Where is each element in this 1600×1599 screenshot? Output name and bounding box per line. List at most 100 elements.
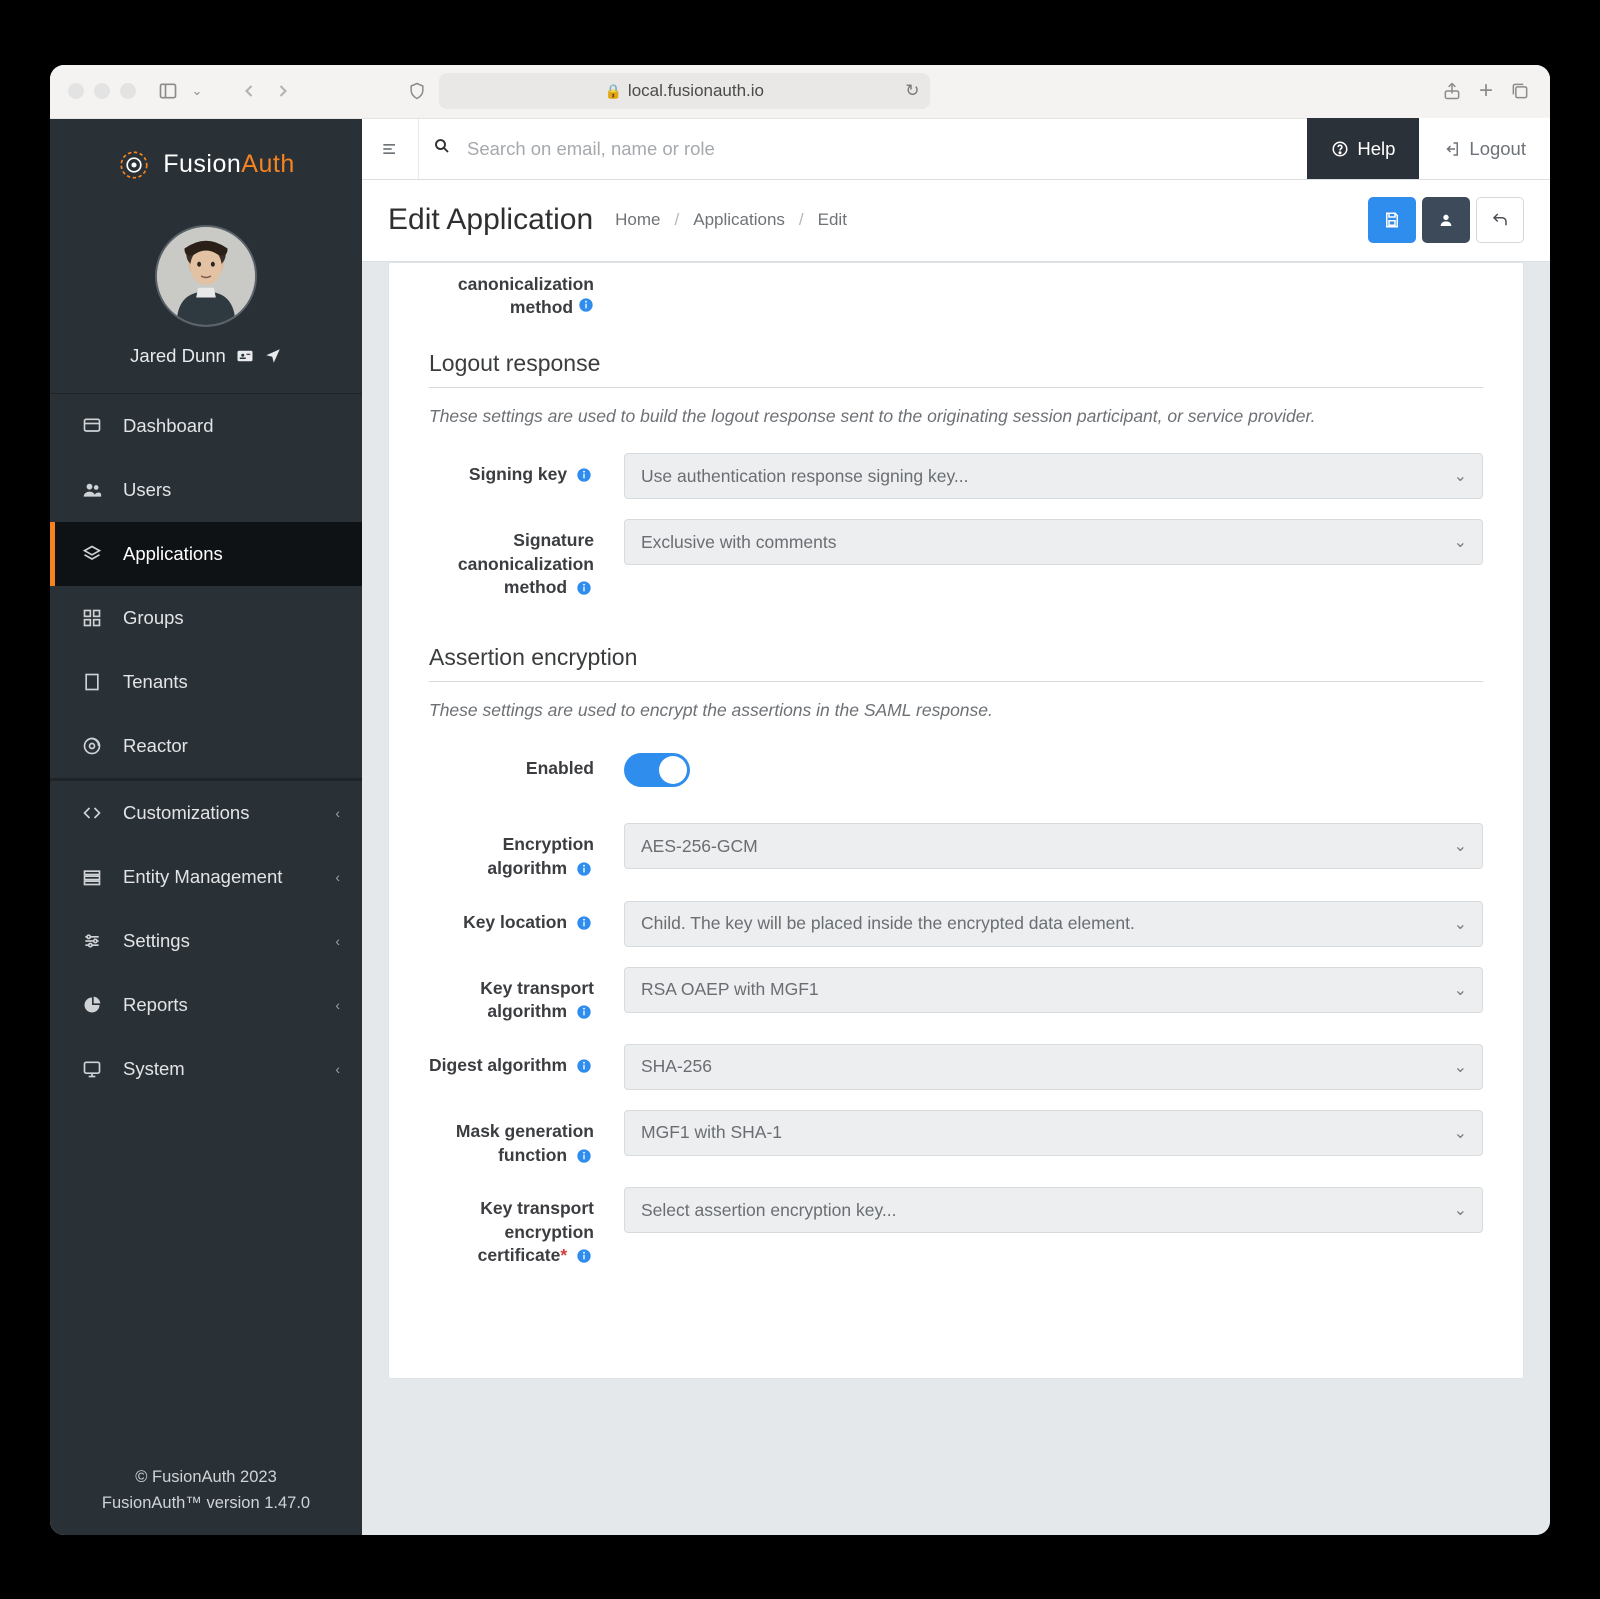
info-icon[interactable] — [576, 1058, 594, 1076]
info-icon[interactable] — [576, 915, 594, 933]
topbar: Help Logout — [362, 119, 1550, 180]
enc-alg-label: Encryption algorithm — [429, 823, 604, 880]
entity-icon — [81, 866, 103, 888]
code-icon — [81, 802, 103, 824]
signing-key-select[interactable]: Use authentication response signing key.… — [624, 453, 1483, 499]
save-icon — [1383, 211, 1401, 229]
canon-method-label: Signature canonicalization method — [429, 519, 604, 600]
sidebar-item-label: Tenants — [123, 671, 188, 693]
info-icon[interactable] — [576, 861, 594, 879]
copyright: © FusionAuth 2023 — [50, 1465, 362, 1491]
logout-response-desc: These settings are used to build the log… — [429, 404, 1483, 429]
key-trans-select[interactable]: RSA OAEP with MGF1 ⌄ — [624, 967, 1483, 1013]
logout-button[interactable]: Logout — [1419, 118, 1550, 179]
logout-icon — [1443, 140, 1461, 158]
canon-method-select[interactable]: Exclusive with comments ⌄ — [624, 519, 1483, 565]
sidebar-item-reactor[interactable]: Reactor — [50, 714, 362, 778]
chevron-left-icon: ‹ — [335, 933, 340, 949]
chevron-left-icon: ‹ — [335, 1061, 340, 1077]
enc-alg-select[interactable]: AES-256-GCM ⌄ — [624, 823, 1483, 869]
tabs-icon[interactable] — [1508, 79, 1532, 103]
users-icon — [81, 479, 103, 501]
info-icon[interactable] — [576, 1248, 594, 1266]
breadcrumb-home[interactable]: Home — [615, 210, 660, 230]
info-icon[interactable] — [576, 1004, 594, 1022]
search-wrap — [418, 119, 1307, 179]
tenants-icon — [81, 671, 103, 693]
digest-select[interactable]: SHA-256 ⌄ — [624, 1044, 1483, 1090]
user-button[interactable] — [1422, 197, 1470, 243]
minimize-dot[interactable] — [94, 83, 110, 99]
mask-select[interactable]: MGF1 with SHA-1 ⌄ — [624, 1110, 1483, 1156]
sidebar-item-users[interactable]: Users — [50, 458, 362, 522]
vcard-icon[interactable] — [236, 347, 254, 365]
shield-icon[interactable] — [405, 79, 429, 103]
titlebar: ⌄ 🔒 local.fusionauth.io ↻ + — [50, 65, 1550, 119]
sidebar-item-entity-management[interactable]: Entity Management ‹ — [50, 845, 362, 909]
sidebar-item-system[interactable]: System ‹ — [50, 1037, 362, 1101]
version: FusionAuth™ version 1.47.0 — [50, 1491, 362, 1517]
sidebar-item-dashboard[interactable]: Dashboard — [50, 394, 362, 458]
refresh-icon[interactable]: ↻ — [905, 81, 919, 101]
sidebar-item-settings[interactable]: Settings ‹ — [50, 909, 362, 973]
key-loc-select[interactable]: Child. The key will be placed inside the… — [624, 901, 1483, 947]
menu-toggle-icon[interactable] — [362, 118, 418, 179]
help-icon — [1331, 140, 1349, 158]
save-button[interactable] — [1368, 197, 1416, 243]
nav-back-icon[interactable] — [237, 79, 261, 103]
sidebar-item-label: System — [123, 1058, 185, 1080]
sidebar-item-label: Customizations — [123, 802, 249, 824]
nav: Dashboard Users Applications Groups Tena… — [50, 393, 362, 1454]
breadcrumb-applications[interactable]: Applications — [693, 210, 785, 230]
brand-logo-icon — [117, 148, 151, 182]
logout-response-heading: Logout response — [429, 326, 1483, 388]
nav-forward-icon[interactable] — [271, 79, 295, 103]
maximize-dot[interactable] — [120, 83, 136, 99]
mask-label: Mask generation function — [429, 1110, 604, 1167]
traffic-lights — [68, 83, 136, 99]
cert-select[interactable]: Select assertion encryption key... ⌄ — [624, 1187, 1483, 1233]
system-icon — [81, 1058, 103, 1080]
search-input[interactable] — [467, 119, 1293, 179]
groups-icon — [81, 607, 103, 629]
share-icon[interactable] — [1440, 79, 1464, 103]
help-label: Help — [1357, 138, 1395, 160]
new-tab-icon[interactable]: + — [1474, 79, 1498, 103]
sidebar-item-tenants[interactable]: Tenants — [50, 650, 362, 714]
cert-label: Key transport encryption certificate* — [429, 1187, 604, 1268]
sidebar-item-reports[interactable]: Reports ‹ — [50, 973, 362, 1037]
assertion-encryption-heading: Assertion encryption — [429, 620, 1483, 682]
form-panel: canonicalization method Logout response … — [388, 262, 1524, 1380]
key-loc-label: Key location — [429, 901, 604, 935]
info-icon[interactable] — [578, 297, 594, 317]
sidebar-item-applications[interactable]: Applications — [50, 522, 362, 586]
location-icon[interactable] — [264, 347, 282, 365]
enabled-toggle[interactable] — [624, 753, 690, 787]
sidebar-item-customizations[interactable]: Customizations ‹ — [50, 781, 362, 845]
back-arrow-icon — [1491, 211, 1509, 229]
digest-label: Digest algorithm — [429, 1044, 604, 1078]
avatar — [155, 225, 257, 327]
info-icon[interactable] — [576, 1148, 594, 1166]
close-dot[interactable] — [68, 83, 84, 99]
tab-group-chevron-icon[interactable]: ⌄ — [185, 79, 209, 103]
sidebar-toggle-icon[interactable] — [156, 79, 180, 103]
content-scroll[interactable]: canonicalization method Logout response … — [362, 262, 1550, 1535]
dashboard-icon — [81, 415, 103, 437]
back-button[interactable] — [1476, 197, 1524, 243]
page-title: Edit Application — [388, 203, 593, 237]
sidebar-item-label: Settings — [123, 930, 190, 952]
brand-name: FusionAuth — [163, 150, 294, 179]
url-bar[interactable]: 🔒 local.fusionauth.io ↻ — [439, 73, 930, 109]
info-icon[interactable] — [576, 580, 594, 598]
reports-icon — [81, 994, 103, 1016]
sidebar-item-groups[interactable]: Groups — [50, 586, 362, 650]
sidebar-item-label: Reactor — [123, 735, 188, 757]
info-icon[interactable] — [576, 467, 594, 485]
settings-icon — [81, 930, 103, 952]
sidebar-item-label: Dashboard — [123, 415, 214, 437]
profile-name: Jared Dunn — [130, 345, 226, 367]
help-button[interactable]: Help — [1307, 118, 1419, 179]
sidebar-item-label: Applications — [123, 543, 223, 565]
sidebar-item-label: Entity Management — [123, 866, 282, 888]
